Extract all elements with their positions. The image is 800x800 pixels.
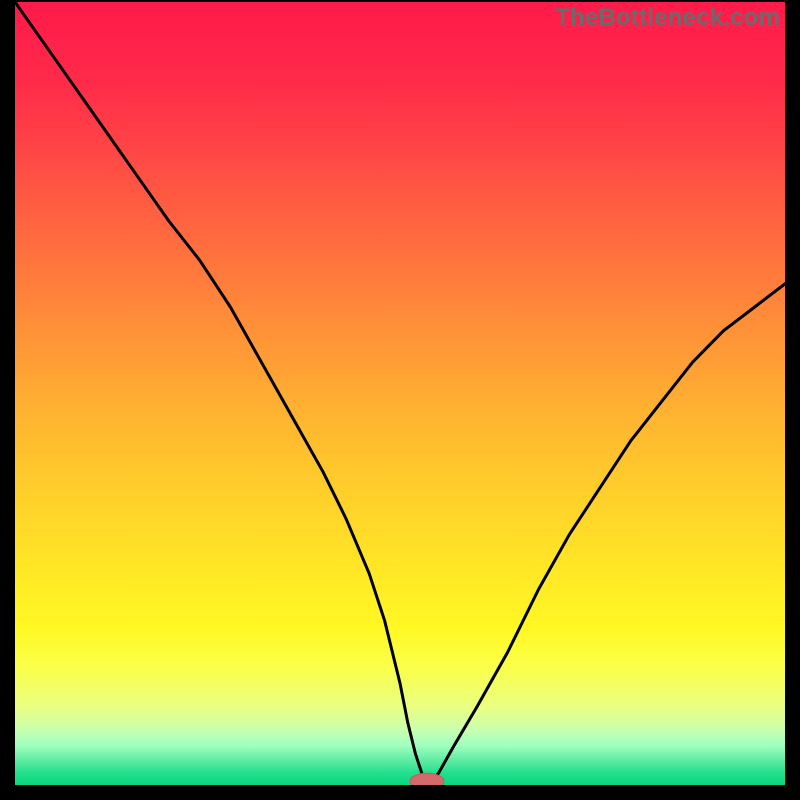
- optimal-marker: [410, 773, 444, 785]
- chart-frame: [15, 2, 785, 785]
- bottleneck-chart: [15, 2, 785, 785]
- watermark-text: TheBottleneck.com: [555, 4, 780, 32]
